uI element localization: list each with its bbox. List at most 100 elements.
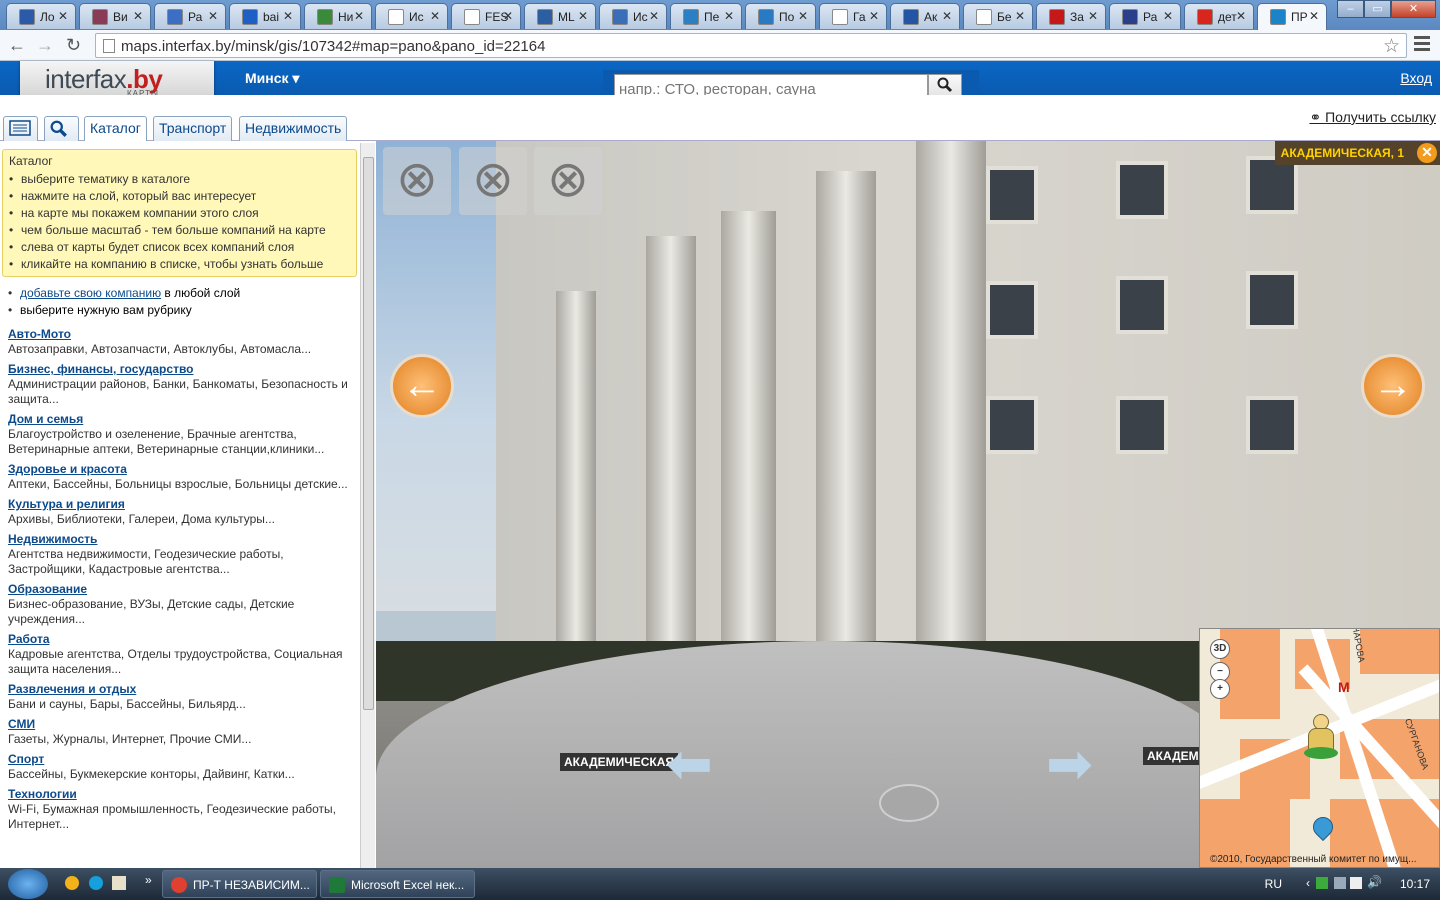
tab-close-icon[interactable]: ✕ (283, 9, 293, 23)
browser-tab[interactable]: Пе ✕ (670, 3, 742, 29)
category-link[interactable]: Культура и религия (8, 497, 125, 511)
tab-close-icon[interactable]: ✕ (869, 9, 879, 23)
sidebar-scrollbar[interactable] (360, 143, 375, 868)
floor-arrow-right-icon[interactable]: ➡ (1046, 731, 1093, 797)
window-close-button[interactable]: ✕ (1391, 0, 1436, 18)
login-link[interactable]: Вход (1400, 70, 1432, 86)
tab-close-icon[interactable]: ✕ (208, 9, 218, 23)
clock[interactable]: 10:17 (1400, 877, 1430, 891)
category-link[interactable]: Развлечения и отдых (8, 682, 136, 696)
taskbar-item-chrome[interactable]: ПР-Т НЕЗАВИСИМ... (162, 870, 317, 898)
category-link[interactable]: Здоровье и красота (8, 462, 127, 476)
tray-app-icon[interactable] (1316, 877, 1328, 889)
browser-tab[interactable]: bai ✕ (229, 3, 301, 29)
tab-catalog[interactable]: Каталог (84, 116, 147, 142)
tab-search[interactable] (44, 116, 79, 141)
category-link[interactable]: Образование (8, 582, 87, 596)
browser-tab-strip: – ▭ ✕ Ло ✕ Ви ✕ Ра ✕ bai ✕ Ни ✕ Ис ✕ FES ✕ ML ✕ Ис ✕ Пе ✕ По… (0, 0, 1440, 30)
category-link[interactable]: Спорт (8, 752, 44, 766)
bookmark-star-icon[interactable]: ☆ (1383, 35, 1400, 58)
browser-tab[interactable]: Ни ✕ (304, 3, 372, 29)
browser-tab[interactable]: FES ✕ (451, 3, 521, 29)
tab-close-icon[interactable]: ✕ (58, 9, 68, 23)
forward-icon[interactable]: → (36, 35, 54, 56)
maximize-button[interactable]: ▭ (1364, 0, 1391, 18)
tab-close-icon[interactable]: ✕ (649, 9, 659, 23)
tab-close-icon[interactable]: ✕ (503, 9, 513, 23)
category-link[interactable]: Дом и семья (8, 412, 83, 426)
browser-tab[interactable]: ML ✕ (524, 3, 596, 29)
address-close-icon[interactable]: ✕ (1417, 143, 1437, 163)
category-link[interactable]: Недвижимость (8, 532, 97, 546)
browser-tab[interactable]: Ра ✕ (1109, 3, 1181, 29)
tab-title: Ни (338, 10, 354, 24)
pano-left-arrow[interactable]: ← (390, 354, 454, 418)
power-icon[interactable] (1350, 877, 1362, 889)
skype-icon[interactable] (89, 876, 103, 890)
tab-realty[interactable]: Недвижимость (239, 116, 348, 141)
browser-tab[interactable]: Ак ✕ (890, 3, 960, 29)
tray-chevron-icon[interactable]: ‹ (1306, 876, 1310, 890)
tab-close-icon[interactable]: ✕ (430, 9, 440, 23)
tab-close-icon[interactable]: ✕ (133, 9, 143, 23)
pano-position-marker[interactable] (879, 784, 939, 822)
category-link[interactable]: Авто-Мото (8, 327, 71, 341)
category-item: Дом и семья Благоустройство и озеленение,… (8, 412, 354, 457)
tab-list[interactable] (3, 116, 38, 141)
start-button[interactable] (8, 869, 48, 899)
browser-tab[interactable]: Ра ✕ (154, 3, 226, 29)
browser-tab[interactable]: По ✕ (745, 3, 816, 29)
browser-tab[interactable]: Га ✕ (819, 3, 887, 29)
browser-tab[interactable]: Бе ✕ (963, 3, 1033, 29)
browser-tab[interactable]: ПР ✕ (1257, 3, 1327, 30)
url-text[interactable]: maps.interfax.by/minsk/gis/107342#map=pa… (121, 38, 545, 55)
tab-close-icon[interactable]: ✕ (1236, 9, 1246, 23)
browser-tab[interactable]: Ис ✕ (599, 3, 667, 29)
browser-tab[interactable]: За ✕ (1036, 3, 1106, 29)
tab-close-icon[interactable]: ✕ (1163, 9, 1173, 23)
tab-transport[interactable]: Транспорт (153, 116, 233, 141)
city-selector[interactable]: Минск ▾ (245, 70, 299, 87)
minimize-button[interactable]: – (1337, 0, 1364, 18)
notepad-icon[interactable] (112, 876, 126, 890)
scrollbar-thumb[interactable] (363, 157, 374, 710)
category-link[interactable]: Бизнес, финансы, государство (8, 362, 194, 376)
tab-close-icon[interactable]: ✕ (578, 9, 588, 23)
mini-map[interactable]: 3D − + М СУРГАНОВА НАРОВА ©2010, Государ… (1199, 628, 1440, 868)
pano-close-button[interactable]: ⊗ (383, 147, 451, 215)
tab-close-icon[interactable]: ✕ (798, 9, 808, 23)
tab-close-icon[interactable]: ✕ (724, 9, 734, 23)
quicklaunch-icon[interactable] (65, 876, 79, 890)
category-link[interactable]: Работа (8, 632, 50, 646)
tab-close-icon[interactable]: ✕ (1309, 9, 1319, 23)
browser-tab[interactable]: Ви ✕ (79, 3, 151, 29)
taskbar-item-excel[interactable]: Microsoft Excel нек... (320, 870, 475, 898)
floor-arrow-left-icon[interactable]: ⬅ (666, 731, 713, 797)
browser-tab[interactable]: Ис ✕ (375, 3, 448, 29)
pegman-icon[interactable] (1304, 714, 1338, 759)
category-link[interactable]: СМИ (8, 717, 35, 731)
tab-close-icon[interactable]: ✕ (942, 9, 952, 23)
street-label-left[interactable]: АКАДЕМИЧЕСКАЯ (560, 753, 678, 771)
tab-close-icon[interactable]: ✕ (354, 9, 364, 23)
tab-close-icon[interactable]: ✕ (1015, 9, 1025, 23)
pano-close-button[interactable]: ⊗ (534, 147, 602, 215)
get-link[interactable]: ⚭ Получить ссылку (1309, 109, 1436, 126)
browser-tab[interactable]: дет ✕ (1184, 3, 1254, 29)
map-3d-button[interactable]: 3D (1210, 639, 1230, 659)
map-zoom-in-button[interactable]: + (1210, 679, 1230, 699)
pano-right-arrow[interactable]: → (1361, 354, 1425, 418)
add-company-link[interactable]: добавьте свою компанию (20, 286, 161, 300)
pano-close-button[interactable]: ⊗ (459, 147, 527, 215)
chevron-icon[interactable]: » (145, 873, 152, 887)
tab-close-icon[interactable]: ✕ (1088, 9, 1098, 23)
language-indicator[interactable]: RU (1265, 877, 1282, 891)
reload-icon[interactable]: ↻ (66, 35, 81, 56)
volume-icon[interactable]: 🔊 (1367, 875, 1382, 889)
category-link[interactable]: Технологии (8, 787, 77, 801)
browser-tab[interactable]: Ло ✕ (6, 3, 76, 29)
network-icon[interactable] (1334, 877, 1346, 889)
back-icon[interactable]: ← (8, 35, 26, 56)
address-bar[interactable]: maps.interfax.by/minsk/gis/107342#map=pa… (95, 33, 1407, 58)
menu-icon[interactable] (1414, 36, 1430, 54)
